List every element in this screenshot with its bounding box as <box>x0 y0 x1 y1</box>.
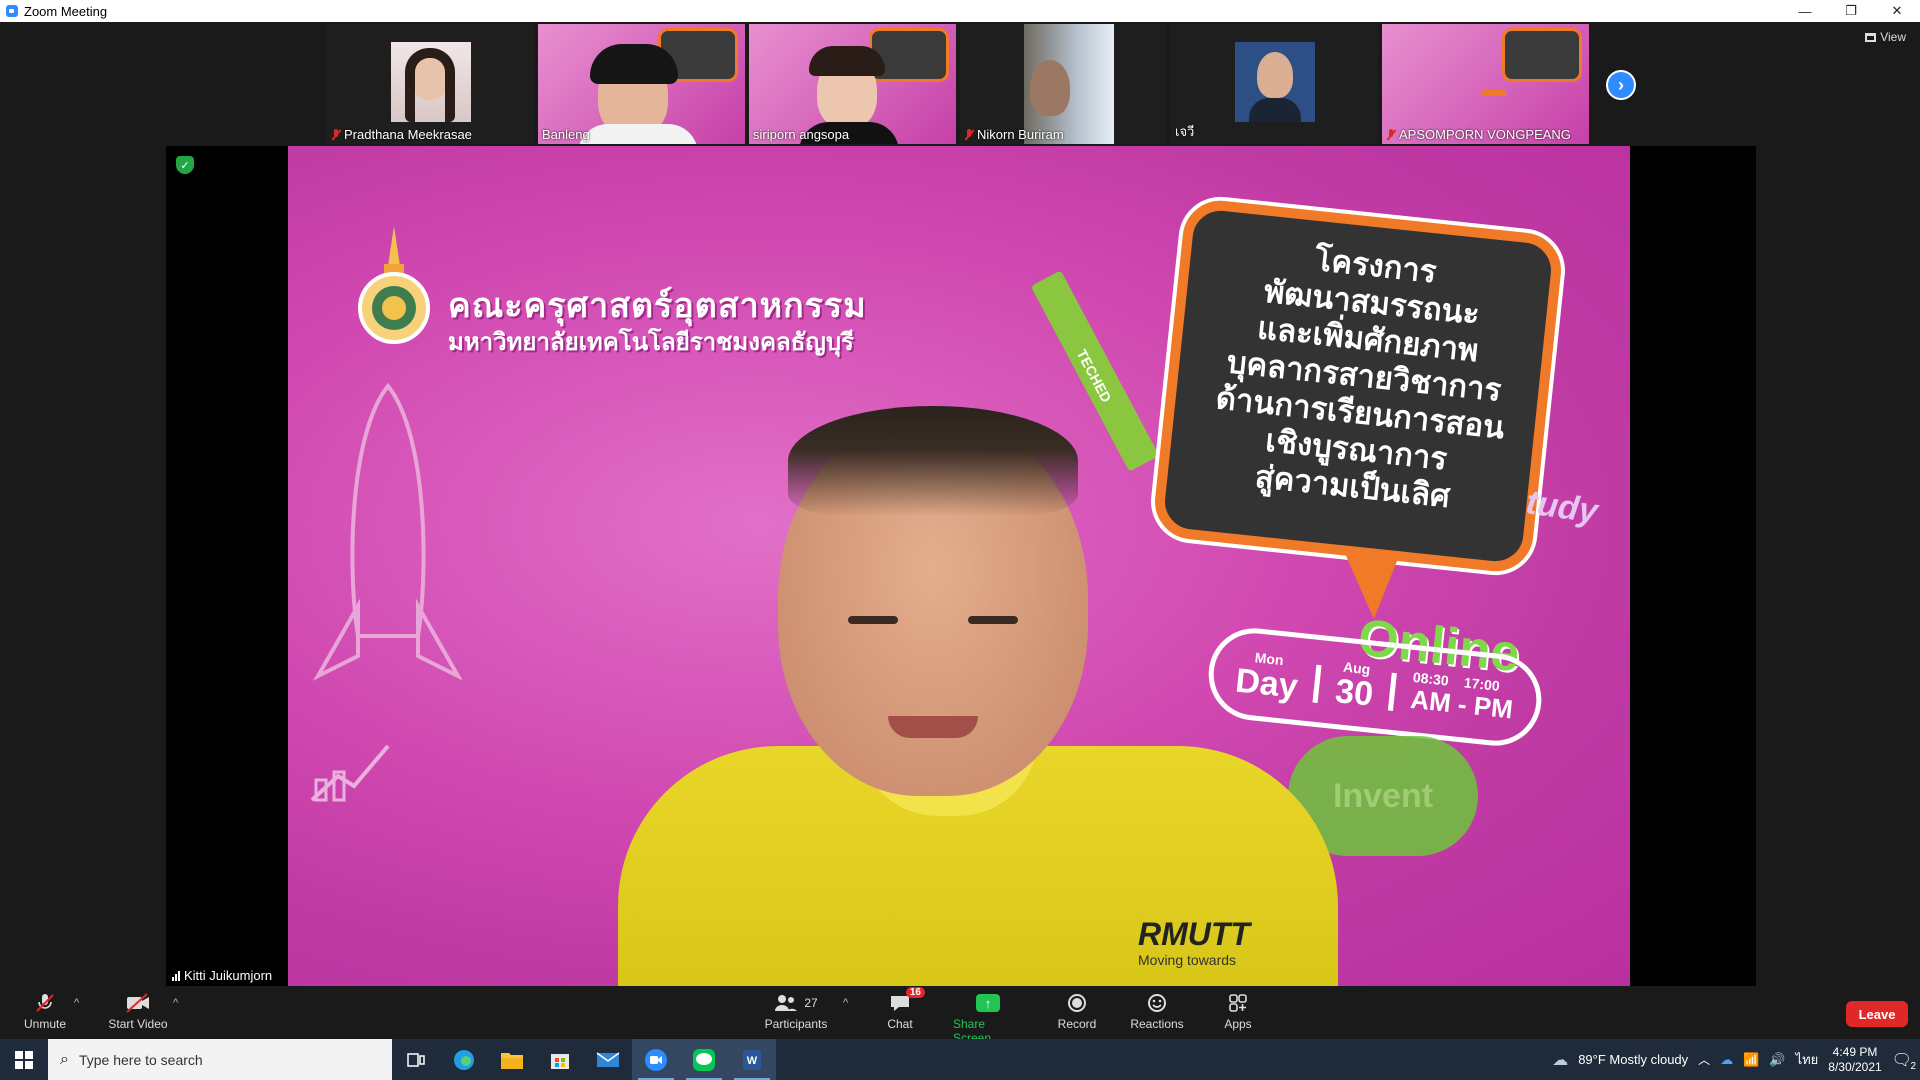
zoom-app-icon <box>6 5 18 17</box>
meeting-controls: Unmute ^ Start Video ^ 27 Participants ^… <box>0 987 1920 1045</box>
windows-logo-icon <box>15 1050 33 1069</box>
close-button[interactable]: ✕ <box>1874 0 1920 22</box>
participants-button[interactable]: 27 Participants <box>760 991 832 1031</box>
participant-tile[interactable]: Pradthana Meekrasae <box>327 24 534 144</box>
security-shield-icon[interactable]: ✓ <box>176 156 194 174</box>
taskbar-clock[interactable]: 4:49 PM 8/30/2021 <box>1828 1045 1881 1075</box>
share-screen-icon: ↑ <box>976 991 1000 1015</box>
task-view-button[interactable] <box>392 1039 440 1080</box>
chat-unread-badge: 16 <box>905 987 925 998</box>
system-tray: ☁ 89°F Mostly cloudy ︿ ☁ 📶 🔊 ไทย 4:49 PM… <box>1552 1039 1920 1080</box>
start-button[interactable] <box>0 1039 48 1080</box>
view-button[interactable]: View <box>1865 30 1906 44</box>
participant-strip: Pradthana Meekrasae Banleng siriporn ang… <box>327 24 1589 144</box>
word-app[interactable]: W <box>728 1039 776 1080</box>
mic-muted-icon <box>964 128 974 141</box>
mail-app[interactable] <box>584 1039 632 1080</box>
participant-tile[interactable]: Nikorn Buriram <box>960 24 1167 144</box>
participant-name: siriporn angsopa <box>753 127 850 142</box>
participants-count: 27 <box>804 996 818 1010</box>
unmute-button[interactable]: Unmute <box>10 991 80 1031</box>
store-app[interactable] <box>536 1039 584 1080</box>
record-button[interactable]: Record <box>1042 991 1112 1031</box>
chevron-right-icon: › <box>1618 74 1624 95</box>
weather-text[interactable]: 89°F Mostly cloudy <box>1578 1052 1688 1067</box>
window-title: Zoom Meeting <box>24 3 108 19</box>
line-app[interactable] <box>680 1039 728 1080</box>
meeting-area: Pradthana Meekrasae Banleng siriporn ang… <box>0 22 1920 987</box>
reactions-button[interactable]: Reactions <box>1122 991 1192 1031</box>
signal-bars-icon <box>172 970 180 981</box>
mail-icon <box>596 1051 620 1067</box>
line-icon <box>693 1048 715 1071</box>
volume-icon[interactable]: 🔊 <box>1769 1052 1785 1068</box>
task-view-icon <box>407 1052 425 1067</box>
participant-tile[interactable]: siriporn angsopa <box>749 24 956 144</box>
start-video-button[interactable]: Start Video <box>103 991 173 1031</box>
active-speaker-video: ✓ คณะครุศาสตร์อุตสาหกรรม มหาวิทยาลัยเทคโ… <box>166 146 1756 986</box>
chat-button[interactable]: 16 Chat <box>865 987 935 1031</box>
edge-icon <box>454 1049 474 1070</box>
share-screen-button[interactable]: ↑ Share Screen <box>953 991 1023 1045</box>
store-icon <box>551 1053 569 1069</box>
apps-button[interactable]: Apps <box>1203 991 1273 1031</box>
cloud-weather-icon: ☁ <box>1552 1051 1569 1069</box>
record-icon <box>1067 991 1087 1015</box>
participant-photo <box>391 42 471 122</box>
wifi-icon[interactable]: 📶 <box>1743 1052 1759 1068</box>
minimize-button[interactable]: — <box>1782 0 1828 22</box>
smiley-icon <box>1147 991 1167 1015</box>
shirt-logo: RMUTT <box>1138 916 1250 952</box>
virtual-background-slide: คณะครุศาสตร์อุตสาหกรรม มหาวิทยาลัยเทคโนโ… <box>288 146 1630 986</box>
zoom-taskbar-app[interactable] <box>632 1039 680 1080</box>
taskbar-search[interactable]: ⌕ Type here to search <box>48 1039 392 1080</box>
participant-name: Nikorn Buriram <box>964 127 1064 142</box>
svg-text:W: W <box>747 1055 758 1067</box>
search-icon: ⌕ <box>60 1050 69 1068</box>
word-icon: W <box>743 1049 761 1070</box>
chevron-up-icon[interactable]: ︿ <box>1698 1051 1710 1068</box>
edge-app[interactable] <box>440 1039 488 1080</box>
participant-tile[interactable]: APSOMPORN VONGPEANG <box>1382 24 1589 144</box>
title-bar: Zoom Meeting — ❐ ✕ <box>0 0 1920 22</box>
apps-icon <box>1228 991 1248 1015</box>
video-options-caret[interactable]: ^ <box>173 997 178 1009</box>
mic-muted-icon <box>34 991 56 1015</box>
growth-chart-icon <box>310 744 390 802</box>
university-seal-logo <box>358 226 430 344</box>
participant-name: เจวี <box>1175 124 1195 139</box>
mic-muted-icon <box>331 128 341 141</box>
chat-icon: 16 <box>889 987 925 1015</box>
audio-options-caret[interactable]: ^ <box>74 997 79 1009</box>
participants-icon: 27 <box>774 991 818 1015</box>
next-page-button[interactable]: › <box>1606 70 1636 100</box>
participant-photo <box>1024 24 1114 144</box>
notifications-icon[interactable]: 🗨 2 <box>1892 1050 1916 1072</box>
study-text: tudy <box>1523 483 1601 531</box>
window-controls: — ❐ ✕ <box>1782 0 1920 22</box>
participant-name: Banleng <box>542 127 590 142</box>
participants-caret[interactable]: ^ <box>843 997 848 1009</box>
participant-tile[interactable]: Banleng <box>538 24 745 144</box>
participant-photo <box>1235 42 1315 122</box>
grid-view-icon <box>1865 32 1877 42</box>
language-indicator[interactable]: ไทย <box>1796 1049 1819 1070</box>
file-explorer-app[interactable] <box>488 1039 536 1080</box>
mic-muted-icon <box>1386 128 1396 141</box>
rocket-sketch-icon <box>312 382 464 681</box>
onedrive-icon[interactable]: ☁ <box>1720 1052 1733 1068</box>
participant-name: Pradthana Meekrasae <box>331 127 472 142</box>
windows-taskbar: ⌕ Type here to search W ☁ 89°F Mostly cl… <box>0 1039 1920 1080</box>
video-off-icon <box>125 991 151 1015</box>
zoom-icon <box>645 1048 667 1071</box>
active-speaker-name: Kitti Juikumjorn <box>166 965 279 986</box>
participant-name: APSOMPORN VONGPEANG <box>1386 127 1571 142</box>
participant-tile[interactable]: เจวี <box>1171 24 1378 144</box>
leave-button[interactable]: Leave <box>1846 1001 1908 1027</box>
folder-icon <box>501 1052 523 1069</box>
restore-button[interactable]: ❐ <box>1828 0 1874 22</box>
speaker-person: RMUTT Moving towards <box>618 326 1338 986</box>
